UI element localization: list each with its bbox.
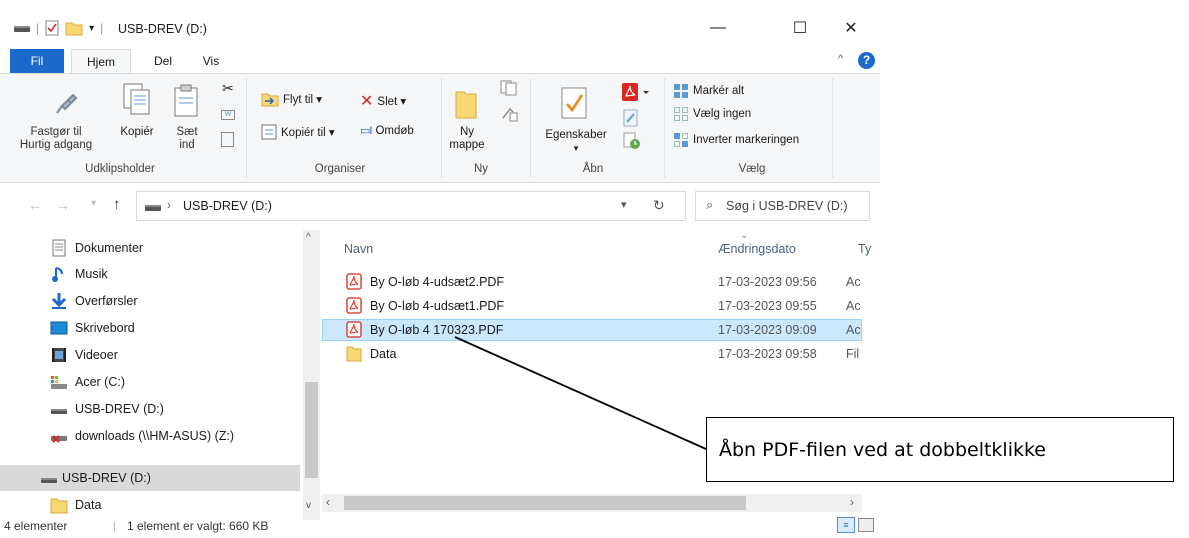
callout-box: Åbn PDF-filen ved at dobbeltklikke bbox=[706, 417, 1174, 482]
